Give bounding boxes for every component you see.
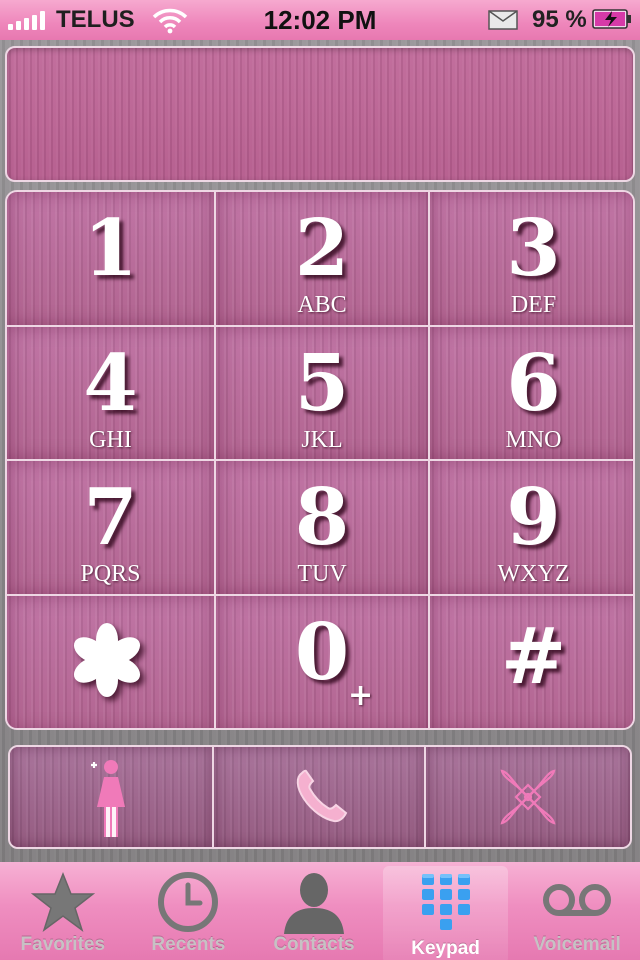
- key-letters: MNO: [505, 427, 562, 453]
- number-display: [5, 46, 635, 182]
- call-button[interactable]: [214, 747, 426, 847]
- key-digit: 2: [294, 203, 350, 294]
- tab-label: Contacts: [273, 934, 355, 955]
- battery-charging-icon: [592, 9, 631, 29]
- key-letters: TUV: [297, 561, 347, 587]
- key-8[interactable]: 8 TUV: [216, 461, 430, 596]
- key-9[interactable]: 9 WXYZ: [430, 461, 633, 596]
- key-letters: GHI: [89, 427, 132, 453]
- key-digit: 4: [83, 338, 138, 429]
- key-7[interactable]: 7 PQRS: [7, 461, 216, 596]
- key-1[interactable]: 1: [7, 192, 216, 327]
- key-0[interactable]: 0 +: [216, 596, 430, 728]
- tab-label: Recents: [151, 934, 226, 955]
- tab-voicemail[interactable]: Voicemail: [514, 862, 640, 960]
- key-digit: 0: [294, 607, 350, 698]
- person-silhouette-icon: [283, 873, 344, 934]
- key-4[interactable]: 4 GHI: [7, 327, 216, 461]
- delete-button[interactable]: [426, 747, 630, 847]
- key-2[interactable]: 2 ABC: [216, 192, 430, 327]
- key-plus: +: [348, 678, 374, 713]
- flower-ornament-icon: [500, 769, 556, 825]
- phone-handset-icon: [296, 769, 348, 823]
- key-letters: PQRS: [80, 561, 141, 587]
- key-digit: 7: [83, 472, 138, 563]
- key-star[interactable]: *: [7, 596, 216, 728]
- asterisk-icon: [73, 623, 141, 697]
- tab-contacts[interactable]: Contacts: [251, 862, 377, 960]
- tab-bar: Favorites Recents Contacts Keypad Voicem…: [0, 862, 640, 960]
- key-letters: WXYZ: [497, 561, 570, 587]
- add-contact-person-icon: [91, 760, 125, 837]
- keypad: 1 2 ABC 3 DEF 4 GHI 5 JKL 6 MNO 7 PQRS 8…: [5, 190, 635, 730]
- keypad-grid-icon: [421, 874, 470, 930]
- key-letters: DEF: [510, 292, 557, 318]
- key-digit: #: [500, 611, 567, 702]
- key-digit: 8: [294, 472, 350, 563]
- key-6[interactable]: 6 MNO: [430, 327, 633, 461]
- tab-recents[interactable]: Recents: [126, 862, 252, 960]
- key-digit: 1: [83, 203, 138, 294]
- status-bar: TELUS 12:02 PM 95 %: [0, 0, 640, 40]
- key-letters: JKL: [301, 427, 343, 453]
- voicemail-icon: [543, 884, 612, 916]
- tab-label: Voicemail: [533, 934, 621, 955]
- key-letters: ABC: [297, 292, 347, 318]
- tab-label: Favorites: [20, 934, 106, 955]
- tab-favorites[interactable]: Favorites: [0, 862, 126, 960]
- mail-icon: [488, 10, 518, 30]
- add-contact-button[interactable]: [10, 747, 214, 847]
- key-digit: 5: [294, 338, 350, 429]
- keypad-actions: [8, 745, 632, 849]
- key-digit: 3: [506, 203, 561, 294]
- key-hash[interactable]: #: [430, 596, 633, 728]
- key-3[interactable]: 3 DEF: [430, 192, 633, 327]
- key-digit: 6: [506, 338, 561, 429]
- clock-icon: [158, 872, 219, 932]
- tab-label: Keypad: [411, 938, 480, 959]
- battery-percent: 95 %: [532, 6, 587, 33]
- key-5[interactable]: 5 JKL: [216, 327, 430, 461]
- tab-keypad[interactable]: Keypad: [382, 866, 509, 960]
- star-icon: [30, 871, 95, 932]
- key-digit: 9: [506, 472, 561, 563]
